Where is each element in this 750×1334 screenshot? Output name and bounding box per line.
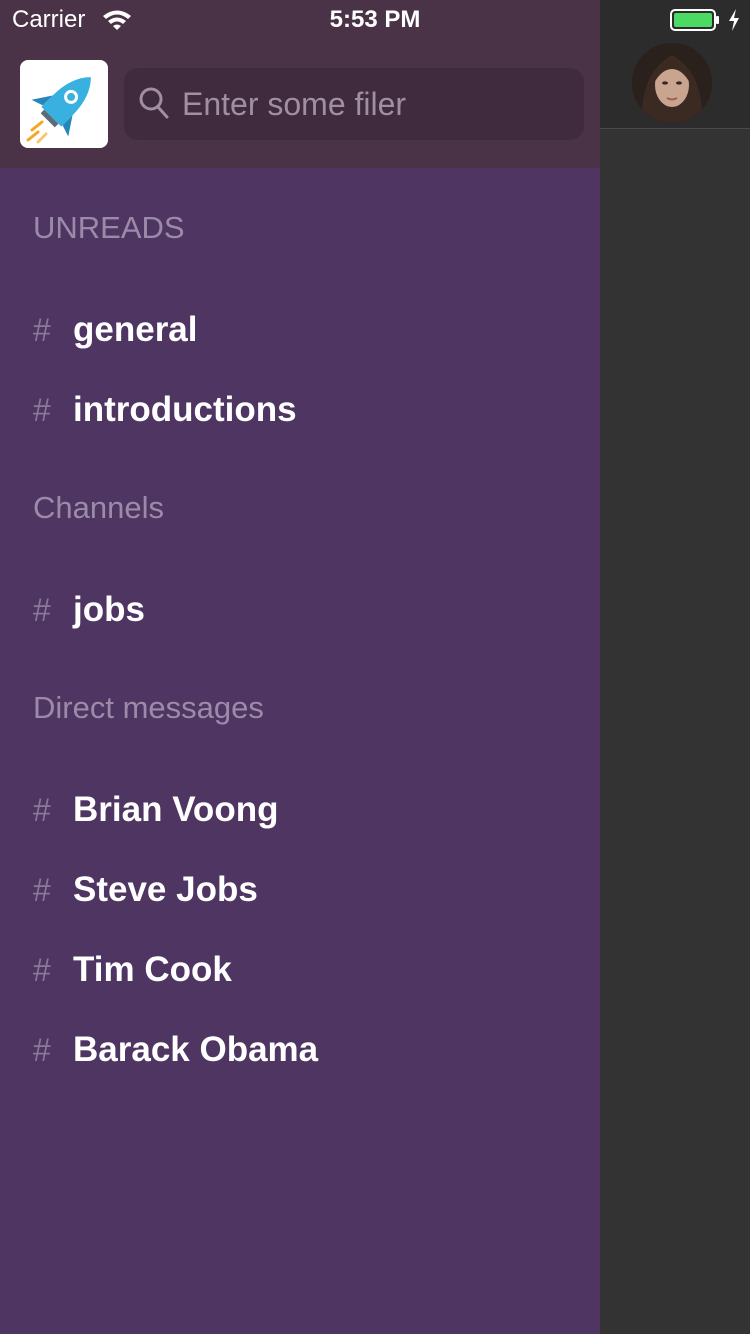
hash-icon: # — [33, 792, 51, 828]
search-input[interactable] — [182, 68, 572, 140]
dm-item-steve-jobs[interactable]: # Steve Jobs — [33, 862, 573, 922]
search-box[interactable] — [124, 68, 584, 140]
dm-label: Steve Jobs — [73, 870, 258, 909]
section-title-channels: Channels — [33, 490, 164, 525]
channel-label: introductions — [73, 390, 297, 429]
status-bar: Carrier 5:53 PM — [0, 0, 750, 40]
battery-icon — [670, 9, 719, 31]
hash-icon: # — [33, 312, 51, 348]
screen: UNREADS # general # introductions Channe… — [0, 0, 750, 1334]
hash-icon: # — [33, 1032, 51, 1068]
hash-icon: # — [33, 392, 51, 428]
avatar-icon — [632, 43, 712, 123]
channel-label: general — [73, 310, 198, 349]
search-icon — [139, 87, 169, 119]
section-title-unreads: UNREADS — [33, 210, 185, 245]
charging-bolt-icon — [729, 9, 739, 31]
dm-item-barack-obama[interactable]: # Barack Obama — [33, 1022, 573, 1082]
side-drawer: UNREADS # general # introductions Channe… — [0, 0, 600, 1334]
hash-icon: # — [33, 872, 51, 908]
dm-label: Barack Obama — [73, 1030, 319, 1069]
rocket-icon — [26, 77, 91, 144]
hash-icon: # — [33, 592, 51, 628]
channel-item-jobs[interactable]: # jobs — [33, 582, 573, 642]
dm-label: Brian Voong — [73, 790, 279, 829]
channel-label: jobs — [73, 590, 145, 629]
channel-item-introductions[interactable]: # introductions — [33, 382, 573, 442]
user-avatar[interactable] — [632, 43, 712, 123]
dm-item-brian-voong[interactable]: # Brian Voong — [33, 782, 573, 842]
dm-item-tim-cook[interactable]: # Tim Cook — [33, 942, 573, 1002]
channel-item-general[interactable]: # general — [33, 302, 573, 362]
dm-label: Tim Cook — [73, 950, 232, 989]
hash-icon: # — [33, 952, 51, 988]
section-title-direct-messages: Direct messages — [33, 690, 264, 725]
app-logo[interactable] — [20, 60, 108, 148]
status-time: 5:53 PM — [329, 6, 421, 33]
